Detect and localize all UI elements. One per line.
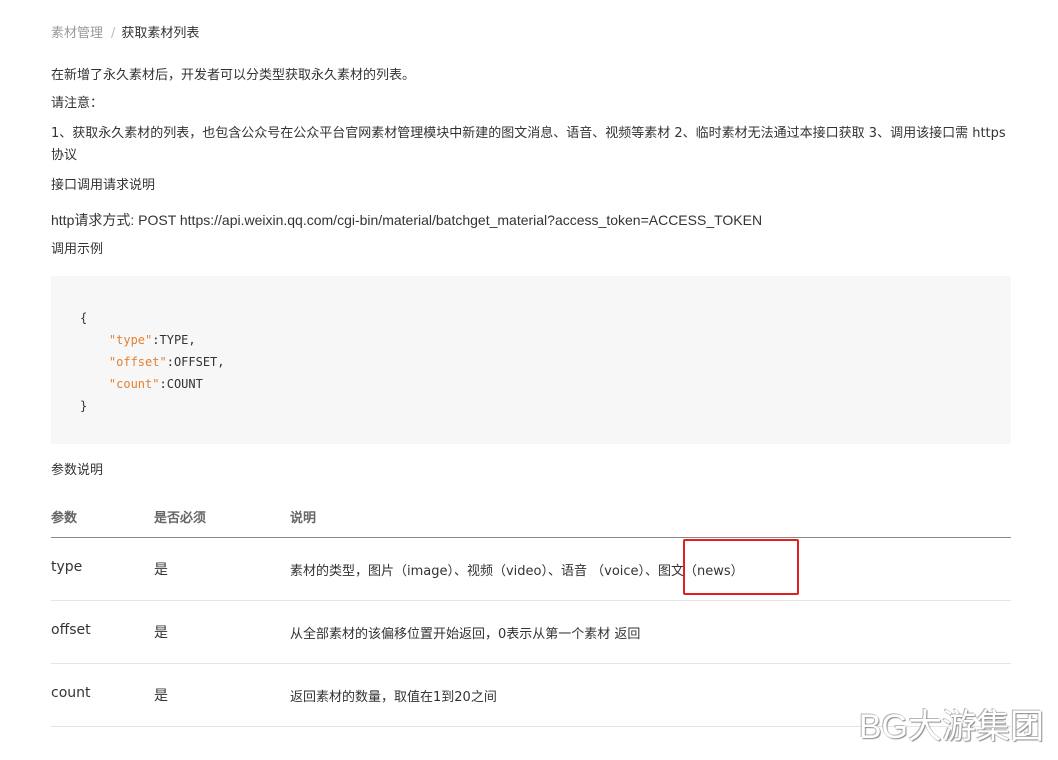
code-block: { "type":TYPE, "offset":OFFSET, "count":… [51,276,1011,444]
header-required: 是否必须 [154,511,207,526]
code-close-brace: } [80,399,88,413]
code-value-count: COUNT [166,377,203,391]
breadcrumb-separator: / [111,26,116,41]
code-sep: : [159,377,167,391]
code-open-brace: { [80,311,88,325]
note-label: 请注意： [51,96,104,111]
cell-required: 是 [154,688,168,704]
breadcrumb-root-link[interactable]: 素材管理 [51,26,103,41]
breadcrumb: 素材管理 / 获取素材列表 [51,25,199,43]
api-heading: 接口调用请求说明 [51,178,156,193]
intro-text: 在新增了永久素材后，开发者可以分类型获取永久素材的列表。 [51,68,416,83]
cell-param: offset [51,622,91,638]
cell-required: 是 [154,625,168,641]
params-heading: 参数说明 [51,463,104,478]
http-request-text: http请求方式: POST https://api.weixin.qq.com… [51,212,763,228]
example-heading: 调用示例 [51,242,104,257]
cell-desc: 从全部素材的该偏移位置开始返回，0表示从第一个素材 返回 [290,627,641,642]
table-row: type 是 素材的类型，图片（image）、视频（video）、语音 （voi… [51,538,1011,601]
watermark-text: BG大游集团 [858,708,1044,746]
code-key-type: "type" [108,333,153,347]
table-row: offset 是 从全部素材的该偏移位置开始返回，0表示从第一个素材 返回 [51,601,1011,664]
doc-page: 素材管理 / 获取素材列表 在新增了永久素材后，开发者可以分类型获取永久素材的列表。… [0,0,1058,760]
breadcrumb-current: 获取素材列表 [121,26,200,41]
code-sep: : [152,333,160,347]
cell-required: 是 [154,562,168,578]
code-sep: : [166,355,174,369]
code-content: { "type":TYPE, "offset":OFFSET, "count":… [80,307,225,417]
code-value-offset: OFFSET, [173,355,225,369]
cell-desc: 返回素材的数量，取值在1到20之间 [290,690,497,705]
note-body: 1、获取永久素材的列表，也包含公众号在公众平台官网素材管理模块中新建的图文消息、… [51,126,1006,163]
code-key-offset: "offset" [108,355,167,369]
table-header: 参数 是否必须 说明 [51,495,1011,538]
cell-param: count [51,685,91,701]
code-key-count: "count" [108,377,160,391]
cell-param: type [51,559,83,575]
params-table: 参数 是否必须 说明 type 是 素材的类型，图片（image）、视频（vid… [51,495,1011,727]
header-desc: 说明 [290,511,317,526]
cell-desc: 素材的类型，图片（image）、视频（video）、语音 （voice）、图文（… [290,564,744,579]
header-param: 参数 [51,511,78,526]
annotation-highlight-box [683,539,799,595]
code-value-type: TYPE, [159,333,196,347]
